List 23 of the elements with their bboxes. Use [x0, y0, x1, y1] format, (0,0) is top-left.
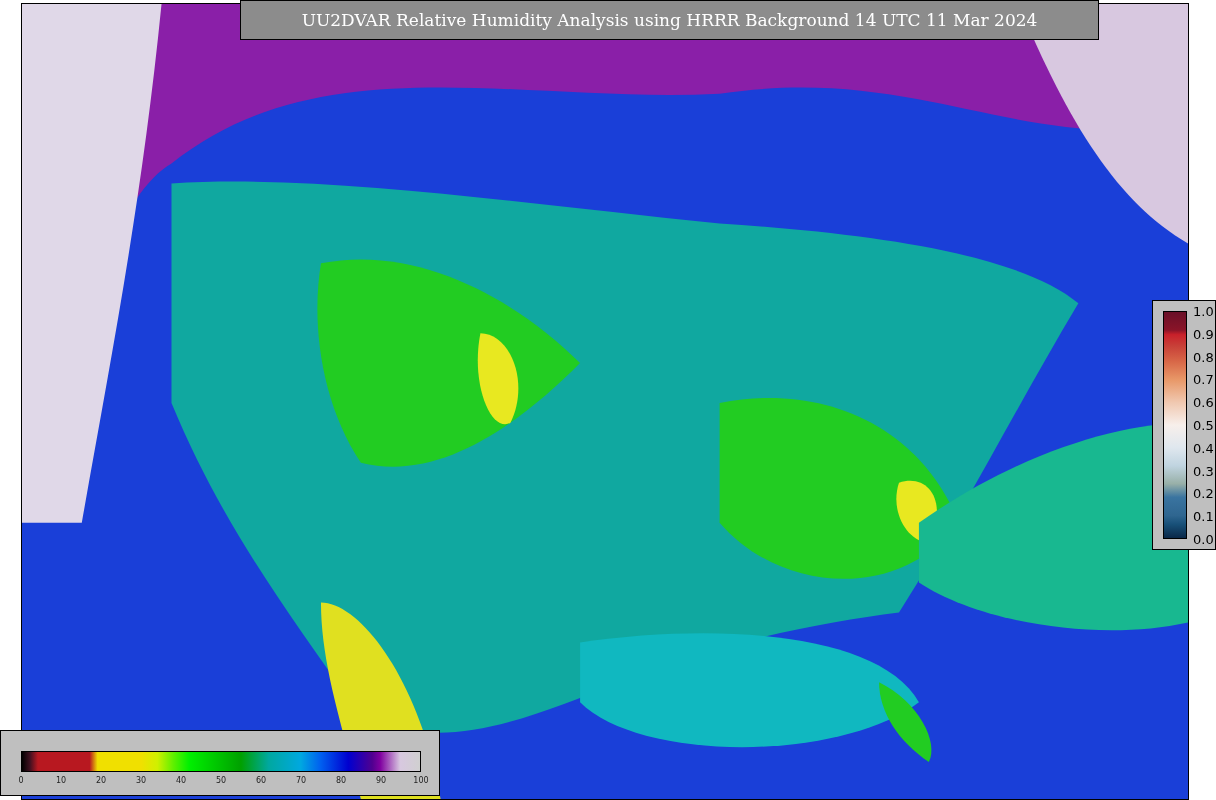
- colorbar-tick-label: 90: [375, 777, 387, 785]
- colorbar-tick-label: 0.8: [1193, 350, 1214, 364]
- colorbar-tick-label: 0.6: [1193, 395, 1214, 409]
- colorbar-tick-label: 0.0: [1193, 532, 1214, 546]
- chart-title: UU2DVAR Relative Humidity Analysis using HRRR Background 14 UTC 11 Mar 2024: [240, 0, 1099, 40]
- colorbar-tick-label: 100: [413, 777, 429, 785]
- colorbar-tick-label: 10: [55, 777, 67, 785]
- colorbar-tick-label: 0.3: [1193, 464, 1214, 478]
- colorbar-tick-label: 0: [18, 777, 24, 785]
- colorbar-tick-label: 0.5: [1193, 418, 1214, 432]
- colorbar-tick-label: 0.2: [1193, 486, 1214, 500]
- colorbar-tick-label: 1.0: [1193, 304, 1214, 318]
- colorbar-tick-label: 40: [175, 777, 187, 785]
- colorbar-tick-label: 0.4: [1193, 441, 1214, 455]
- colorbar-tick-label: 0.7: [1193, 372, 1214, 386]
- colorbar-tick-label: 30: [135, 777, 147, 785]
- colorbar-tick-label: 0.9: [1193, 327, 1214, 341]
- colorbar-tick-label: 70: [295, 777, 307, 785]
- colorbar-tick-label: 20: [95, 777, 107, 785]
- colorbar-tick-label: 60: [255, 777, 267, 785]
- colorbar-tick-label: 0.1: [1193, 509, 1214, 523]
- colorbar-tick-label: 80: [335, 777, 347, 785]
- colorbar-tick-label: 50: [215, 777, 227, 785]
